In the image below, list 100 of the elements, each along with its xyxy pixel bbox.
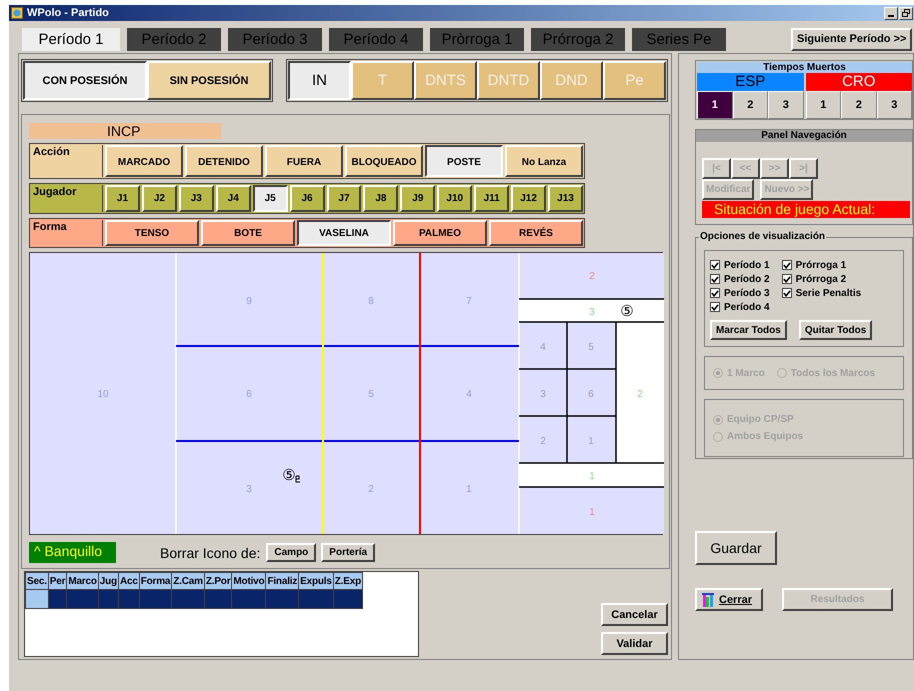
play-label: INCP <box>29 123 221 139</box>
checkbox[interactable] <box>782 260 792 270</box>
column-header: Forma <box>139 572 172 590</box>
restore-button[interactable] <box>899 6 913 20</box>
close-button[interactable]: Cerrar <box>695 588 763 611</box>
column-header: Z.Exp <box>333 572 362 590</box>
panel-title: Panel Navegación <box>696 130 912 142</box>
option-button[interactable]: REVÉS <box>489 220 583 246</box>
column-header: Finaliz <box>266 572 299 590</box>
checkbox[interactable] <box>710 260 720 270</box>
checkbox[interactable] <box>710 288 720 298</box>
timeout-slot[interactable]: 3 <box>876 91 912 119</box>
option-button[interactable]: MARCADO <box>105 145 183 177</box>
row-label: Acción <box>31 145 103 177</box>
zone-number: 1 <box>588 436 594 447</box>
column-header: Expuls <box>298 572 334 590</box>
option-action-button[interactable]: Quitar Todos <box>798 320 872 340</box>
zone-number: 3 <box>540 389 546 400</box>
zone-number: 6 <box>588 389 594 400</box>
possession-button[interactable]: SIN POSESIÓN <box>147 61 271 100</box>
checkbox-label: Prórroga 1 <box>796 260 846 270</box>
restore-icon <box>902 9 910 17</box>
zone-number: 2 <box>540 436 546 447</box>
panel-title: Tiempos Muertos <box>697 62 912 73</box>
option-button[interactable]: DETENIDO <box>185 145 263 177</box>
row-label: Forma <box>31 220 103 246</box>
timeout-slot[interactable]: 3 <box>768 91 804 119</box>
option-button[interactable]: J7 <box>326 185 362 212</box>
option-button[interactable]: FUERA <box>265 145 343 177</box>
option-action-button[interactable]: Marcar Todos <box>710 320 787 340</box>
zone-number: 3 <box>246 484 252 495</box>
timeout-slot[interactable]: 1 <box>697 91 732 119</box>
group-title: Opciones de visualización <box>699 231 826 242</box>
minimize-button[interactable] <box>884 6 898 20</box>
save-button[interactable]: Guardar <box>695 531 777 565</box>
option-button[interactable]: J1 <box>105 185 140 212</box>
zone-number: 1 <box>466 484 472 495</box>
option-button[interactable]: J4 <box>216 185 251 212</box>
option-button[interactable]: J3 <box>178 185 214 212</box>
timeout-slot[interactable]: 2 <box>732 91 768 119</box>
zone-number: 8 <box>368 296 374 307</box>
column-header: Jug <box>98 572 118 590</box>
zone-number: 4 <box>466 389 472 400</box>
column-header: Acc <box>118 572 140 590</box>
bench-label: ^ Banquillo <box>29 542 116 563</box>
erase-button[interactable]: Portería <box>321 543 376 562</box>
zone-number: 4 <box>540 342 546 353</box>
option-button[interactable]: POSTE <box>425 145 503 177</box>
option-button[interactable]: PALMEO <box>393 220 487 246</box>
zone-number: 5 <box>368 389 374 400</box>
team-name: ESP <box>697 73 804 91</box>
option-button[interactable]: TENSO <box>105 220 199 246</box>
option-button[interactable]: BOTE <box>201 220 295 246</box>
option-button[interactable]: J9 <box>400 185 436 212</box>
option-button[interactable]: No Lanza <box>505 145 583 177</box>
row-label: Jugador <box>31 185 103 212</box>
zone-number: 1 <box>589 507 595 518</box>
zone-number: 2 <box>589 271 595 282</box>
checkbox[interactable] <box>710 302 720 312</box>
door-icon <box>701 592 715 608</box>
option-button[interactable]: BLOQUEADO <box>345 145 423 177</box>
checkbox-label: Prórroga 2 <box>796 274 846 284</box>
zone-number: 7 <box>466 296 472 307</box>
checkbox-label: Período 1 <box>724 260 770 270</box>
option-button[interactable]: J6 <box>290 185 325 212</box>
checkbox[interactable] <box>710 274 720 284</box>
zone-number: 2 <box>637 389 643 400</box>
zone-number: 10 <box>97 389 109 400</box>
timeout-slot[interactable]: 2 <box>841 91 876 119</box>
period-tab[interactable]: Período 1 <box>22 28 120 50</box>
erase-button[interactable]: Campo <box>266 543 316 562</box>
option-button[interactable]: J13 <box>548 185 583 212</box>
column-header: Sec. <box>26 572 48 590</box>
zone-number: 2 <box>368 484 374 495</box>
possession-button[interactable]: CON POSESIÓN <box>23 61 147 100</box>
option-button[interactable]: J5 <box>252 185 288 212</box>
checkbox[interactable] <box>782 288 792 298</box>
timeout-slot[interactable]: 1 <box>806 91 841 119</box>
option-button[interactable]: J12 <box>511 185 546 212</box>
player-marker: ⑤ <box>620 302 634 320</box>
app-icon <box>11 7 23 19</box>
situation-button[interactable]: IN <box>288 61 351 100</box>
option-button[interactable]: J2 <box>142 185 177 212</box>
zone-number: 1 <box>589 471 595 482</box>
next-period-button[interactable]: Siguiente Período >> <box>791 28 912 50</box>
form-button[interactable]: Cancelar <box>601 603 668 626</box>
window-title: WPolo - Partido <box>27 7 109 19</box>
form-button[interactable]: Validar <box>601 632 668 655</box>
team-name: CRO <box>806 73 912 91</box>
column-header: Marco <box>66 572 98 590</box>
checkbox[interactable] <box>782 274 792 284</box>
column-header: Motivo <box>232 572 266 590</box>
option-button[interactable]: J8 <box>363 185 398 212</box>
option-button[interactable]: J11 <box>474 185 510 212</box>
checkbox-label: Período 4 <box>724 302 770 312</box>
option-button[interactable]: J10 <box>437 185 472 212</box>
checkbox-label: Serie Penaltis <box>796 288 862 298</box>
option-button[interactable]: VASELINA <box>297 220 391 246</box>
status-banner: Situación de juego Actual: <box>702 201 910 218</box>
player-marker: ⑤ <box>282 466 296 484</box>
